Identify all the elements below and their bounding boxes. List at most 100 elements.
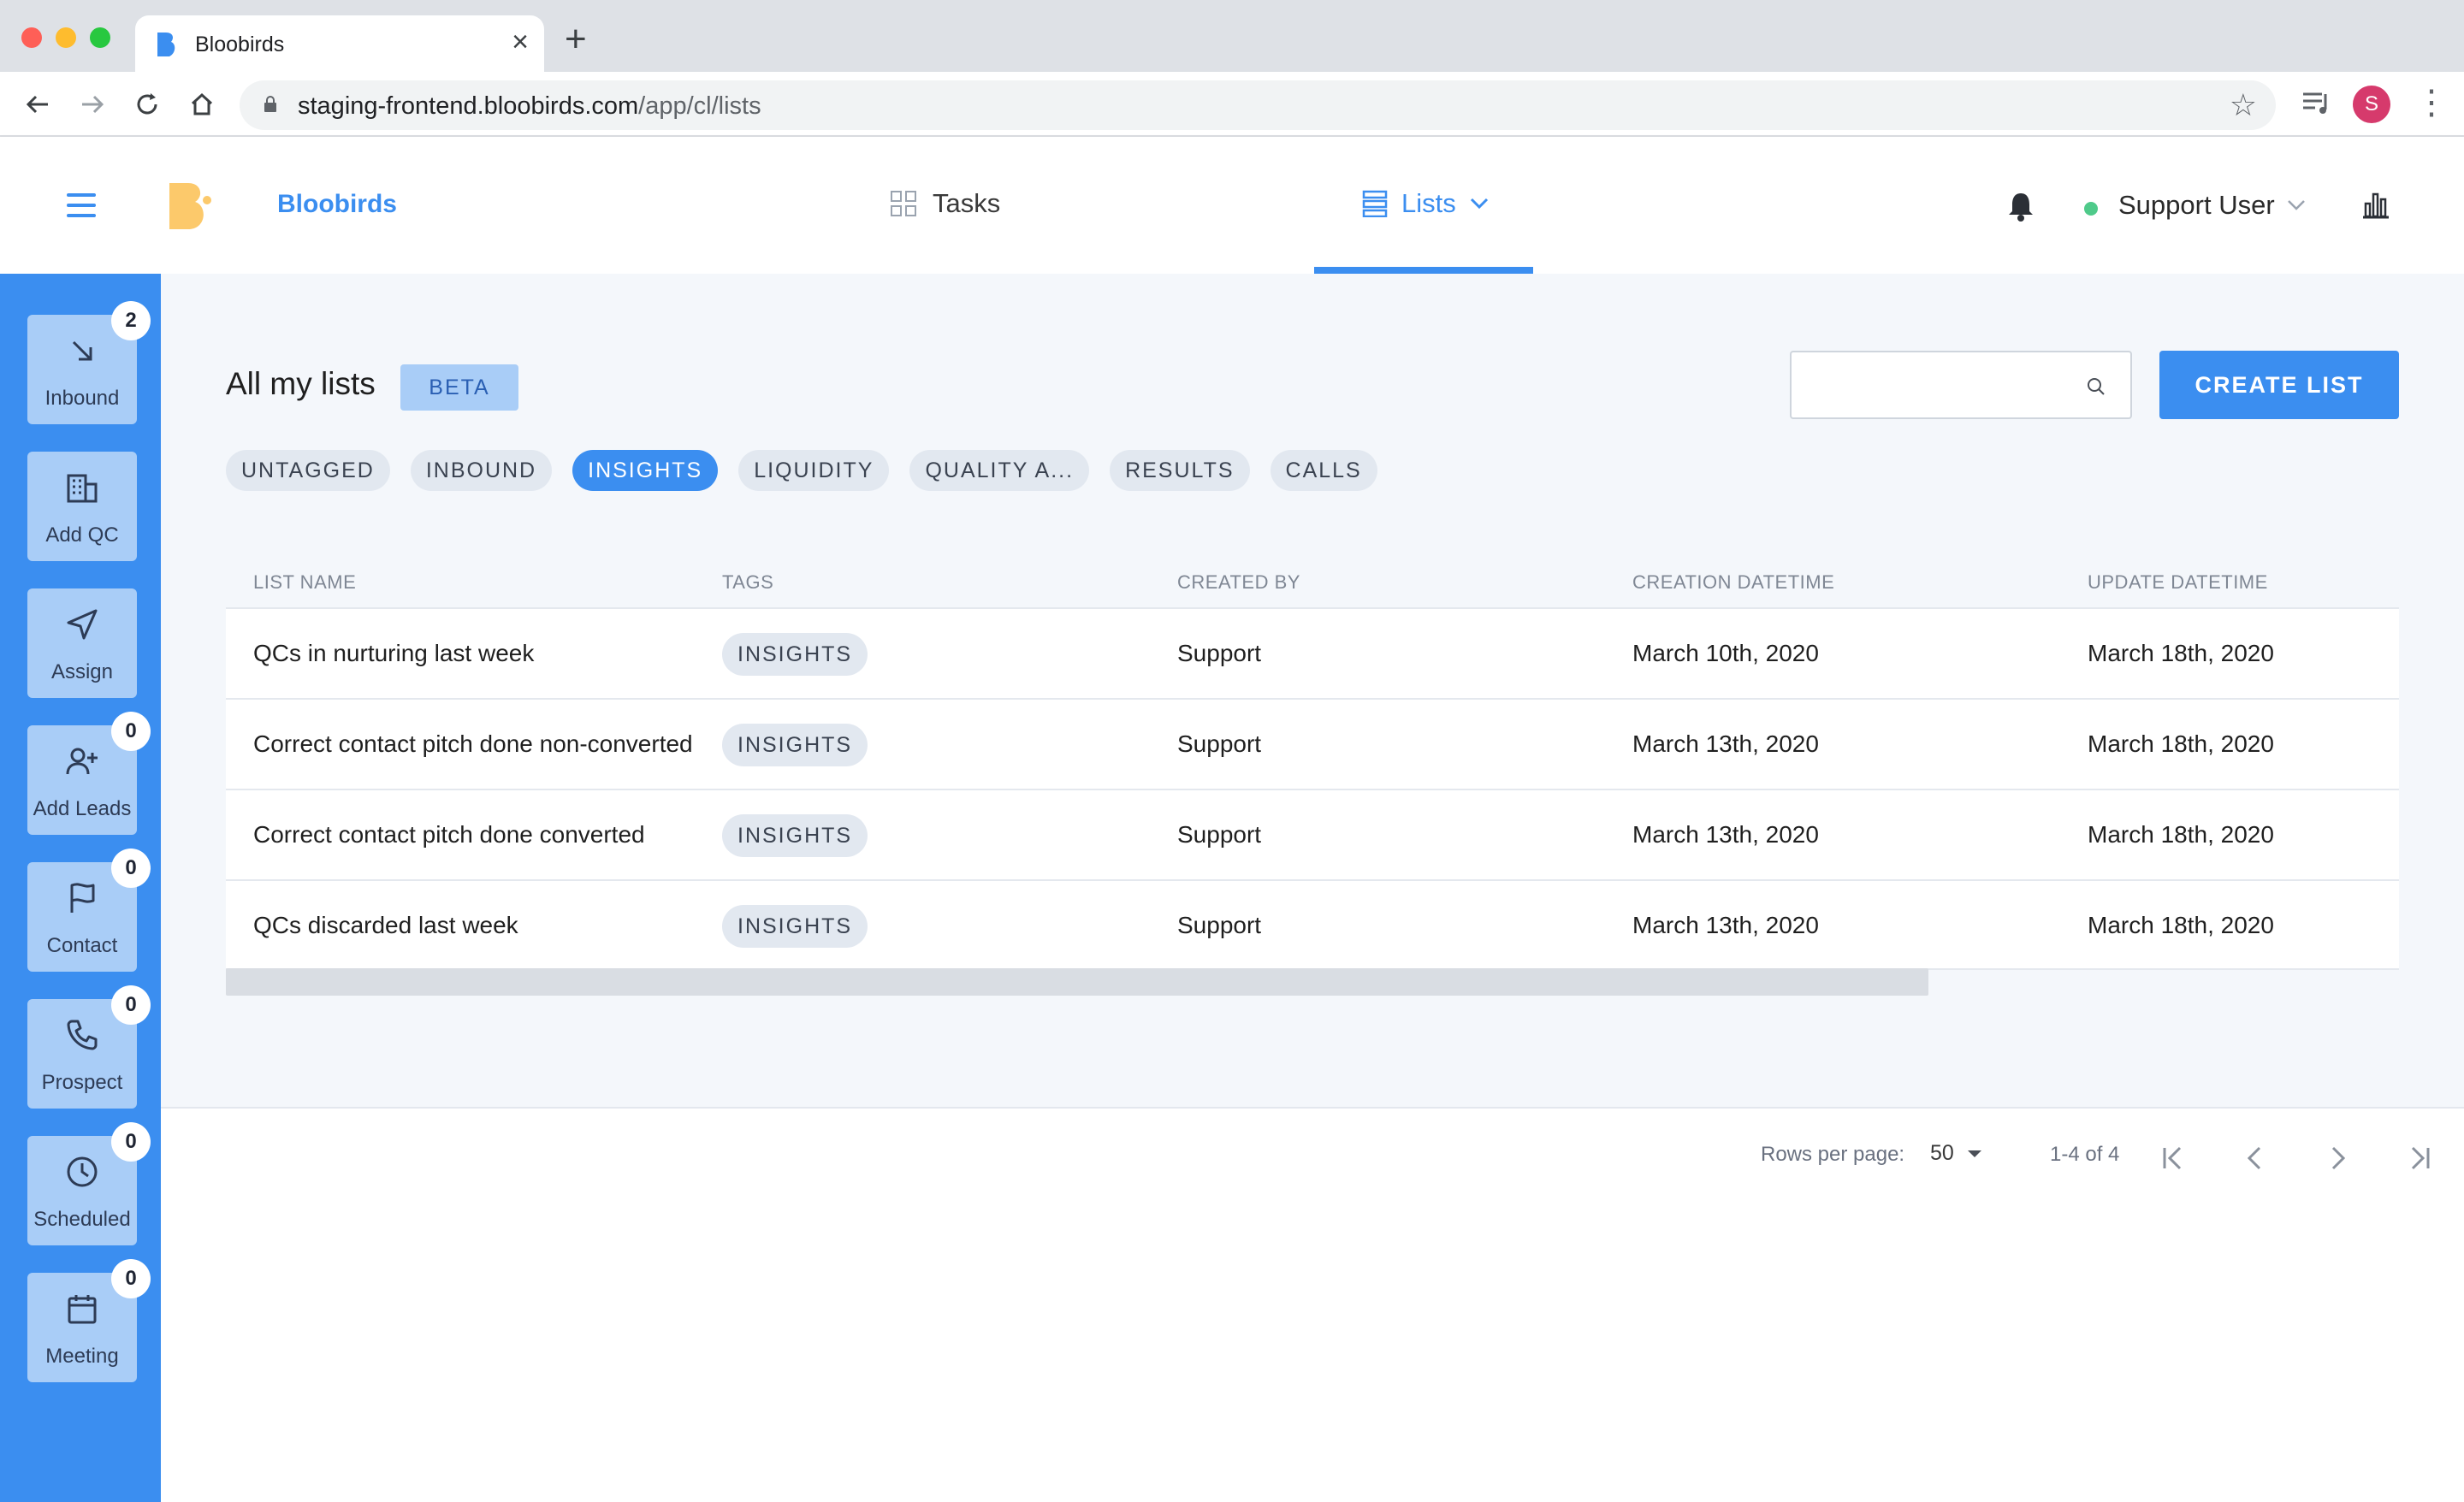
clock-icon bbox=[67, 1156, 98, 1187]
forward-icon[interactable] bbox=[75, 87, 110, 121]
nav-lists[interactable]: Lists bbox=[1314, 137, 1533, 274]
table-row[interactable]: Correct contact pitch done converted INS… bbox=[226, 789, 2399, 879]
filter-chip-inbound[interactable]: INBOUND bbox=[410, 450, 553, 491]
rows-per-page-select[interactable]: 50 bbox=[1930, 1141, 1983, 1166]
cell-list-name[interactable]: QCs discarded last week bbox=[253, 912, 518, 939]
filter-chip-insights[interactable]: INSIGHTS bbox=[572, 450, 719, 491]
filter-chip-liquidity[interactable]: LIQUIDITY bbox=[738, 450, 890, 491]
close-window-button[interactable] bbox=[21, 27, 42, 48]
column-header-creation-datetime[interactable]: CREATION DATETIME bbox=[1632, 571, 1834, 594]
count-badge: 2 bbox=[111, 301, 151, 340]
arrow-down-right-icon bbox=[72, 340, 92, 361]
next-page-icon[interactable] bbox=[2320, 1141, 2354, 1175]
filter-chip-untagged[interactable]: UNTAGGED bbox=[226, 450, 390, 491]
cell-update-datetime: March 18th, 2020 bbox=[2088, 640, 2274, 666]
caret-down-icon bbox=[1967, 1150, 1981, 1157]
user-menu[interactable]: Support User bbox=[2118, 190, 2306, 221]
maximize-window-button[interactable] bbox=[90, 27, 110, 48]
cell-update-datetime: March 18th, 2020 bbox=[2088, 730, 2274, 757]
user-plus-icon bbox=[66, 748, 98, 775]
cell-list-name[interactable]: Correct contact pitch done non-converted bbox=[253, 730, 693, 758]
sidebar-item-contact[interactable]: Contact 0 bbox=[27, 849, 151, 972]
bookmark-star-icon[interactable]: ☆ bbox=[2230, 87, 2257, 123]
sidebar-item-add-qc[interactable]: Add QC bbox=[27, 452, 137, 561]
app-header: Bloobirds Tasks Lists Support User bbox=[0, 137, 2464, 274]
sidebar-item-label: Add Leads bbox=[33, 797, 132, 820]
column-header-tags[interactable]: TAGS bbox=[722, 571, 773, 594]
rows-per-page-value: 50 bbox=[1930, 1141, 1954, 1165]
back-icon[interactable] bbox=[21, 87, 55, 121]
filter-chip-quality[interactable]: QUALITY A... bbox=[909, 450, 1090, 491]
cell-creation-datetime: March 13th, 2020 bbox=[1632, 821, 1819, 848]
bar-chart-icon[interactable] bbox=[2361, 190, 2390, 219]
sidebar-item-label: Add QC bbox=[45, 523, 119, 547]
table-row[interactable]: QCs discarded last week INSIGHTS Support… bbox=[226, 879, 2399, 970]
sidebar-item-prospect[interactable]: Prospect 0 bbox=[27, 985, 151, 1109]
sidebar-item-inbound[interactable]: Inbound 2 bbox=[27, 301, 151, 424]
reload-icon[interactable] bbox=[130, 87, 164, 121]
nav-lists-label: Lists bbox=[1401, 188, 1456, 218]
tag-filter-bar: UNTAGGED INBOUND INSIGHTS LIQUIDITY QUAL… bbox=[226, 450, 1377, 491]
sidebar-item-assign[interactable]: Assign bbox=[27, 588, 137, 698]
sidebar-item-label: Inbound bbox=[44, 387, 120, 410]
media-controls-icon[interactable] bbox=[2300, 86, 2334, 120]
last-page-icon[interactable] bbox=[2402, 1141, 2437, 1175]
url-path: /app/cl/lists bbox=[638, 92, 761, 120]
cell-list-name[interactable]: Correct contact pitch done converted bbox=[253, 821, 645, 849]
cell-created-by: Support bbox=[1177, 730, 1262, 757]
brand-name[interactable]: Bloobirds bbox=[277, 190, 397, 219]
previous-page-icon[interactable] bbox=[2238, 1141, 2272, 1175]
column-header-update-datetime[interactable]: UPDATE DATETIME bbox=[2088, 571, 2268, 594]
column-header-list-name[interactable]: LIST NAME bbox=[253, 571, 356, 594]
first-page-icon[interactable] bbox=[2156, 1141, 2190, 1175]
user-name: Support User bbox=[2118, 190, 2275, 220]
nav-tasks[interactable]: Tasks bbox=[890, 188, 1000, 219]
cell-update-datetime: March 18th, 2020 bbox=[2088, 912, 2274, 938]
browser-menu-icon[interactable]: ⋮ bbox=[2414, 84, 2449, 121]
sidebar-item-scheduled[interactable]: Scheduled 0 bbox=[27, 1122, 151, 1245]
new-tab-button[interactable]: + bbox=[565, 21, 587, 58]
cell-list-name[interactable]: QCs in nurturing last week bbox=[253, 640, 534, 667]
filter-chip-results[interactable]: RESULTS bbox=[1110, 450, 1250, 491]
url-text: staging-frontend.bloobirds.com/app/cl/li… bbox=[298, 92, 761, 121]
browser-tab[interactable]: Bloobirds × bbox=[135, 15, 544, 72]
table-row[interactable]: QCs in nurturing last week INSIGHTS Supp… bbox=[226, 607, 2399, 698]
quick-action-sidebar: Inbound 2 Add QC Assign Add Leads 0 Cont… bbox=[0, 274, 161, 1502]
flag-icon bbox=[70, 883, 95, 913]
create-list-button[interactable]: CREATE LIST bbox=[2159, 351, 2399, 419]
bloobirds-favicon-icon bbox=[157, 33, 175, 56]
horizontal-scrollbar[interactable] bbox=[226, 968, 1928, 996]
tab-title: Bloobirds bbox=[195, 33, 285, 56]
rows-per-page-label: Rows per page: bbox=[1761, 1143, 1905, 1166]
sidebar-item-meeting[interactable]: Meeting 0 bbox=[27, 1259, 151, 1382]
cell-tag: INSIGHTS bbox=[722, 633, 868, 676]
cell-creation-datetime: March 13th, 2020 bbox=[1632, 730, 1819, 757]
grid-icon bbox=[891, 191, 916, 216]
filter-chip-calls[interactable]: CALLS bbox=[1270, 450, 1377, 491]
table-row[interactable]: Correct contact pitch done non-converted… bbox=[226, 698, 2399, 789]
bell-icon[interactable] bbox=[2005, 190, 2036, 222]
cell-tag: INSIGHTS bbox=[722, 814, 868, 857]
sidebar-item-label: Meeting bbox=[45, 1345, 119, 1368]
column-header-created-by[interactable]: CREATED BY bbox=[1177, 571, 1300, 594]
address-bar[interactable]: staging-frontend.bloobirds.com/app/cl/li… bbox=[240, 80, 2276, 130]
search-input[interactable] bbox=[1790, 351, 2132, 419]
nav-tasks-label: Tasks bbox=[933, 188, 1001, 218]
lists-page: All my lists BETA CREATE LIST UNTAGGED I… bbox=[161, 274, 2464, 1109]
browser-tab-strip: Bloobirds × + bbox=[0, 0, 2464, 72]
phone-icon bbox=[67, 1020, 98, 1050]
online-status-dot bbox=[2084, 202, 2098, 216]
hamburger-menu-icon[interactable] bbox=[67, 193, 96, 217]
close-tab-icon[interactable]: × bbox=[512, 27, 529, 56]
sidebar-item-add-leads[interactable]: Add Leads 0 bbox=[27, 712, 151, 835]
browser-profile-avatar[interactable]: S bbox=[2353, 86, 2390, 123]
cell-creation-datetime: March 10th, 2020 bbox=[1632, 640, 1819, 666]
minimize-window-button[interactable] bbox=[56, 27, 76, 48]
page-range: 1-4 of 4 bbox=[2050, 1143, 2120, 1166]
building-icon bbox=[67, 474, 98, 503]
cell-created-by: Support bbox=[1177, 821, 1262, 848]
count-badge: 0 bbox=[111, 712, 151, 751]
home-icon[interactable] bbox=[185, 87, 219, 121]
cell-created-by: Support bbox=[1177, 640, 1262, 666]
cell-created-by: Support bbox=[1177, 912, 1262, 938]
